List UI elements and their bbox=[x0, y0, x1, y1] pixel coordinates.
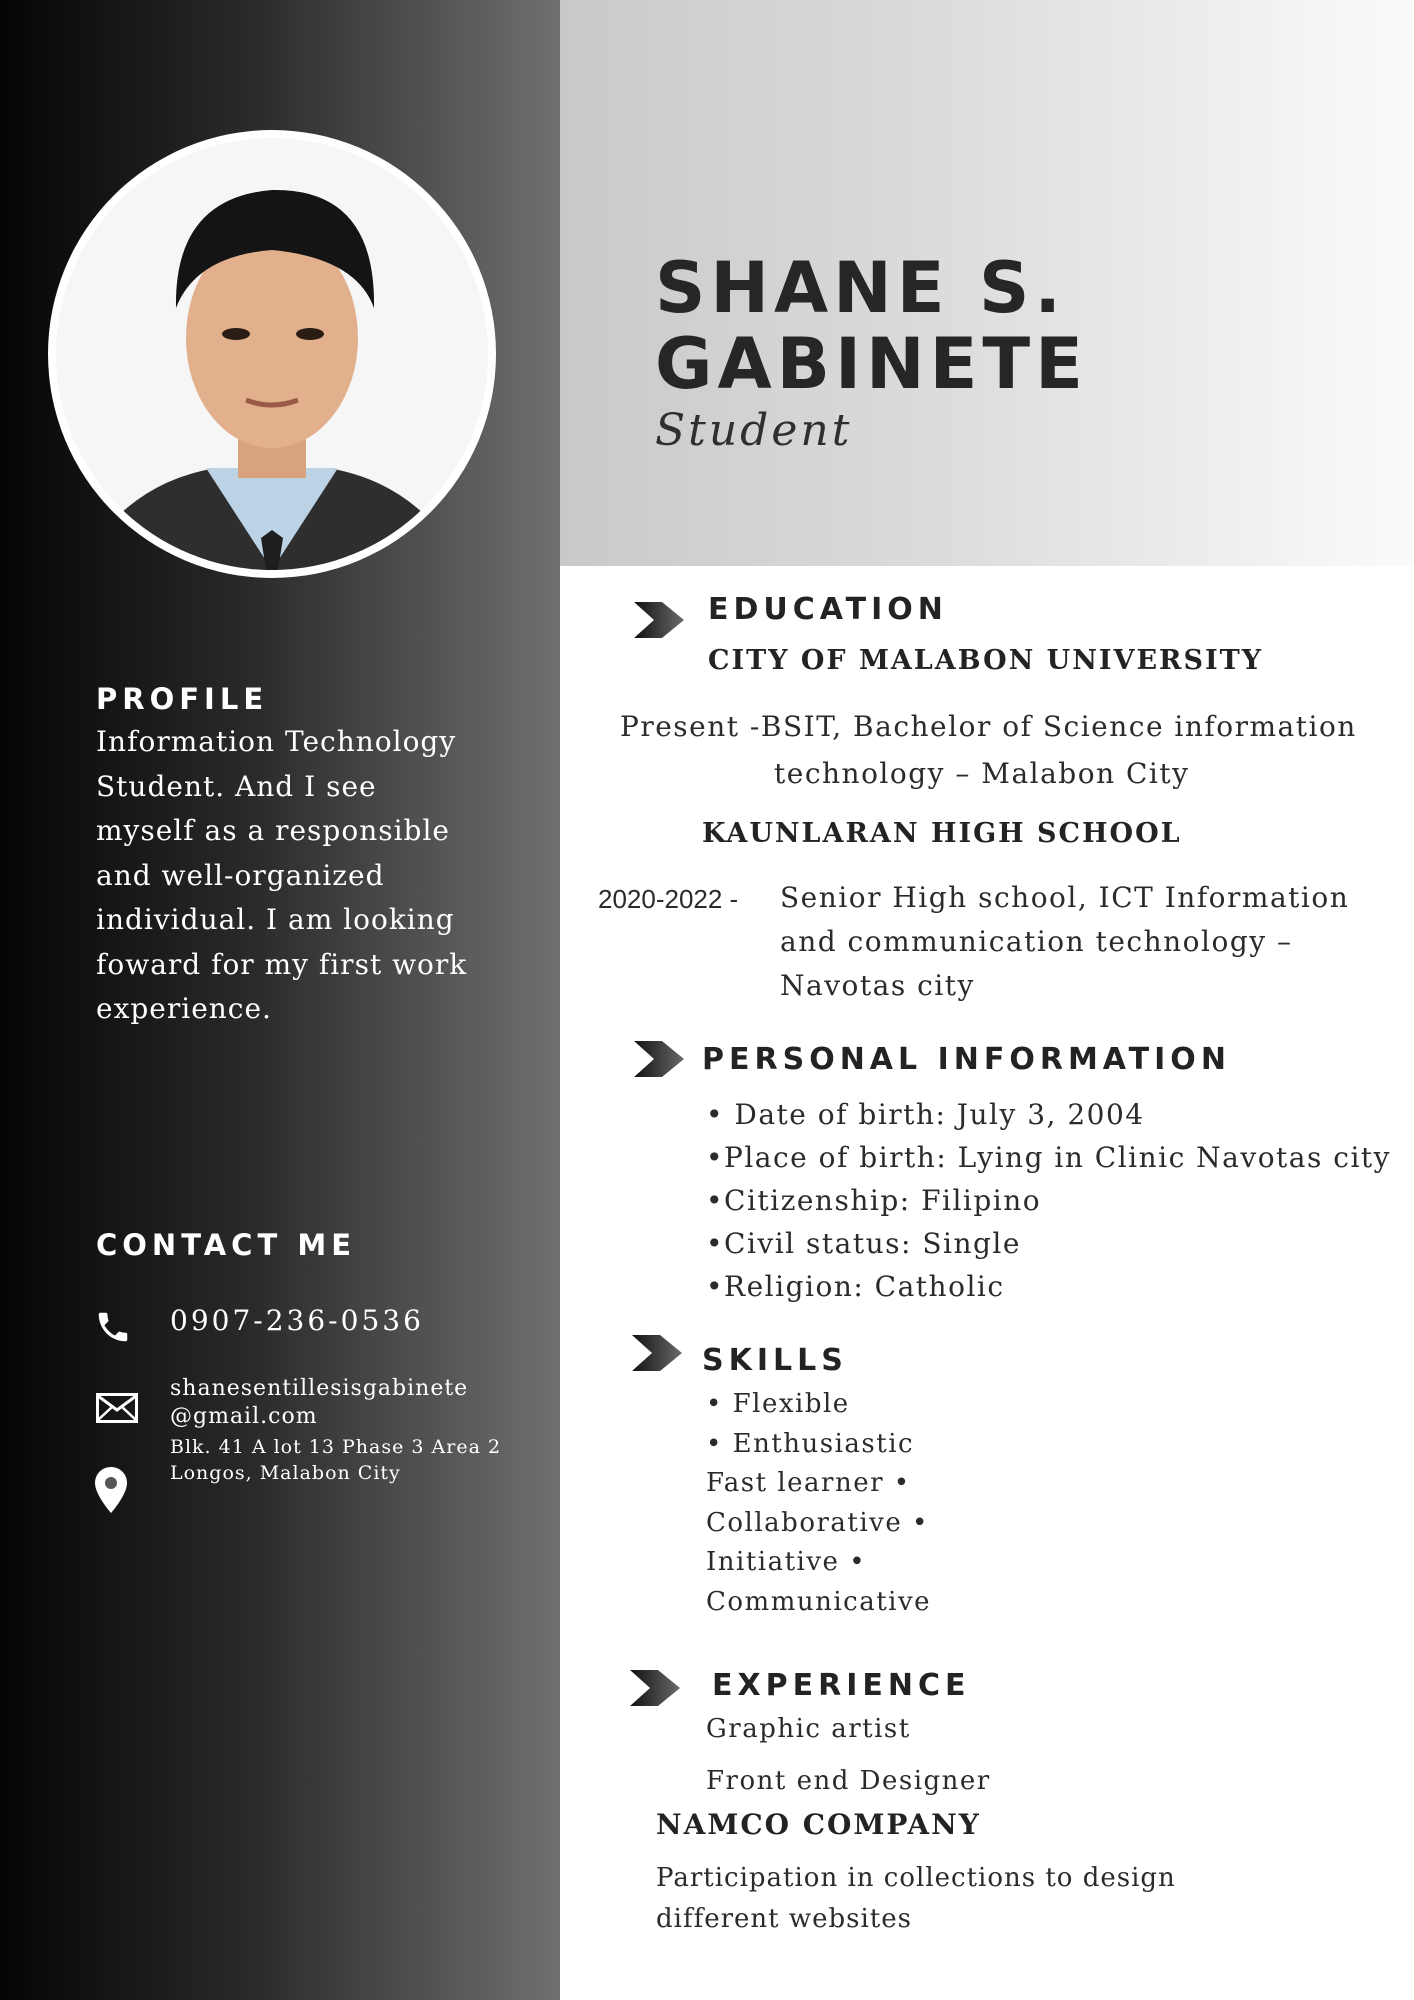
personal-info-item: •Civil status: Single bbox=[706, 1227, 1021, 1260]
profile-heading: PROFILE bbox=[96, 682, 269, 716]
address-line-2: Longos, Malabon City bbox=[170, 1462, 401, 1484]
name-line-2: GABINETE bbox=[655, 323, 1088, 405]
experience-desc-line-1: Participation in collections to design bbox=[656, 1863, 1176, 1893]
envelope-icon bbox=[96, 1393, 138, 1423]
profile-text: Information Technology Student. And I se… bbox=[96, 725, 468, 1025]
school-1-name: CITY OF MALABON UNIVERSITY bbox=[708, 645, 1263, 676]
personal-info-item: • Date of birth: July 3, 2004 bbox=[706, 1098, 1145, 1131]
profile-photo bbox=[56, 138, 488, 570]
school-2-name: KAUNLARAN HIGH SCHOOL bbox=[702, 818, 1182, 849]
home-address: Blk. 41 A lot 13 Phase 3 Area 2 Longos, … bbox=[170, 1434, 501, 1486]
experience-role-1: Graphic artist bbox=[706, 1714, 911, 1744]
phone-icon bbox=[98, 1312, 128, 1342]
personal-info-item: •Place of birth: Lying in Clinic Navotas… bbox=[706, 1141, 1391, 1174]
school-2-detail-line-3: Navotas city bbox=[780, 969, 975, 1002]
school-1-detail-line-2: technology – Malabon City bbox=[774, 757, 1190, 790]
email-line-2: @gmail.com bbox=[170, 1404, 318, 1429]
personal-info-item: •Religion: Catholic bbox=[706, 1270, 1005, 1303]
education-chevron-icon bbox=[634, 602, 684, 638]
portrait-illustration bbox=[56, 138, 488, 570]
skill-line: • Enthusiastic bbox=[706, 1428, 915, 1459]
personal-info-list: • Date of birth: July 3, 2004 •Place of … bbox=[706, 1093, 1391, 1308]
location-pin-icon bbox=[95, 1467, 127, 1513]
contact-heading: CONTACT ME bbox=[96, 1228, 357, 1262]
experience-heading: EXPERIENCE bbox=[712, 1668, 971, 1703]
skill-line: Communicative bbox=[706, 1586, 932, 1617]
skills-chevron-icon bbox=[632, 1335, 682, 1371]
full-name: SHANE S. GABINETE bbox=[655, 250, 1088, 402]
skill-line: Initiative • bbox=[706, 1547, 867, 1577]
email-address[interactable]: shanesentillesisgabinete @gmail.com bbox=[170, 1375, 468, 1431]
school-2-detail: Senior High school, ICT Information and … bbox=[780, 876, 1349, 1008]
experience-desc-line-2: different websites bbox=[656, 1904, 912, 1934]
education-heading: EDUCATION bbox=[708, 592, 948, 627]
school-2-detail-line-2: and communication technology – bbox=[780, 925, 1293, 958]
school-1-detail-line-1: Present -BSIT, Bachelor of Science infor… bbox=[620, 710, 1357, 743]
school-2-years: 2020-2022 - bbox=[598, 884, 739, 914]
personal-info-item: •Citizenship: Filipino bbox=[706, 1184, 1042, 1217]
experience-description: Participation in collections to design d… bbox=[656, 1858, 1176, 1940]
address-line-1: Blk. 41 A lot 13 Phase 3 Area 2 bbox=[170, 1436, 502, 1458]
job-title: Student bbox=[655, 405, 853, 456]
skills-list: • Flexible • Enthusiastic Fast learner •… bbox=[706, 1385, 931, 1622]
school-2-detail-line-1: Senior High school, ICT Information bbox=[780, 881, 1350, 914]
skills-heading: SKILLS bbox=[702, 1343, 848, 1378]
skill-line: Collaborative • bbox=[706, 1507, 929, 1538]
name-line-1: SHANE S. bbox=[655, 247, 1066, 329]
skill-line: • Flexible bbox=[706, 1389, 850, 1419]
email-line-1: shanesentillesisgabinete bbox=[170, 1376, 469, 1401]
phone-number[interactable]: 0907-236-0536 bbox=[170, 1304, 424, 1337]
personal-info-chevron-icon bbox=[634, 1041, 684, 1077]
personal-info-heading: PERSONAL INFORMATION bbox=[702, 1042, 1231, 1077]
experience-role-2: Front end Designer bbox=[706, 1766, 991, 1796]
skill-line: Fast learner • bbox=[706, 1468, 911, 1498]
experience-chevron-icon bbox=[630, 1670, 680, 1706]
company-name: NAMCO COMPANY bbox=[656, 1808, 981, 1841]
